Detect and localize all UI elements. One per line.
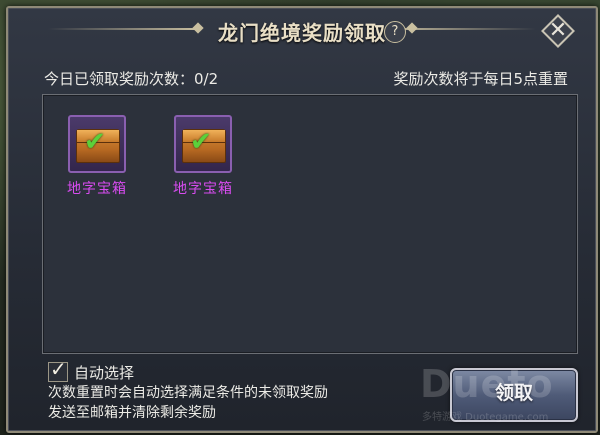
reward-name: 地字宝箱: [67, 181, 127, 197]
claimed-count-label: 今日已领取奖励次数：0/2: [44, 70, 219, 88]
reward-claim-dialog: 龙门绝境奖励领取 ? ✕ 今日已领取奖励次数：0/2 奖励次数将于每日5点重置 …: [6, 6, 598, 433]
close-button[interactable]: ✕: [540, 14, 576, 48]
check-icon: ✔: [84, 127, 106, 157]
check-icon: ✔: [190, 127, 212, 157]
auto-select-checkbox[interactable]: ✓: [48, 357, 68, 382]
dialog-title: 龙门绝境奖励领取: [218, 21, 386, 45]
reward-item[interactable]: ✔ 地字宝箱: [171, 115, 235, 198]
checkmark-icon: ✓: [50, 357, 67, 381]
title-bar: 龙门绝境奖励领取 ? ✕: [8, 8, 596, 52]
reward-name: 地字宝箱: [173, 181, 233, 197]
auto-select-label: 自动选择: [74, 364, 135, 382]
auto-select-note-line2: 发送至邮箱并清除剩余奖励: [48, 405, 216, 421]
reward-icon-frame: ✔: [68, 115, 126, 173]
reward-item[interactable]: ✔ 地字宝箱: [65, 115, 129, 198]
info-row: 今日已领取奖励次数：0/2 奖励次数将于每日5点重置: [44, 68, 568, 90]
reset-note: 奖励次数将于每日5点重置: [393, 70, 568, 88]
reward-panel: ✔ 地字宝箱 ✔ 地字宝箱: [42, 94, 578, 354]
auto-select-note-line1: 次数重置时会自动选择满足条件的未领取奖励: [48, 385, 328, 401]
reward-icon-frame: ✔: [174, 115, 232, 173]
claim-button[interactable]: 领取: [450, 368, 578, 422]
close-icon: ✕: [548, 18, 568, 43]
help-button[interactable]: ?: [384, 21, 406, 43]
